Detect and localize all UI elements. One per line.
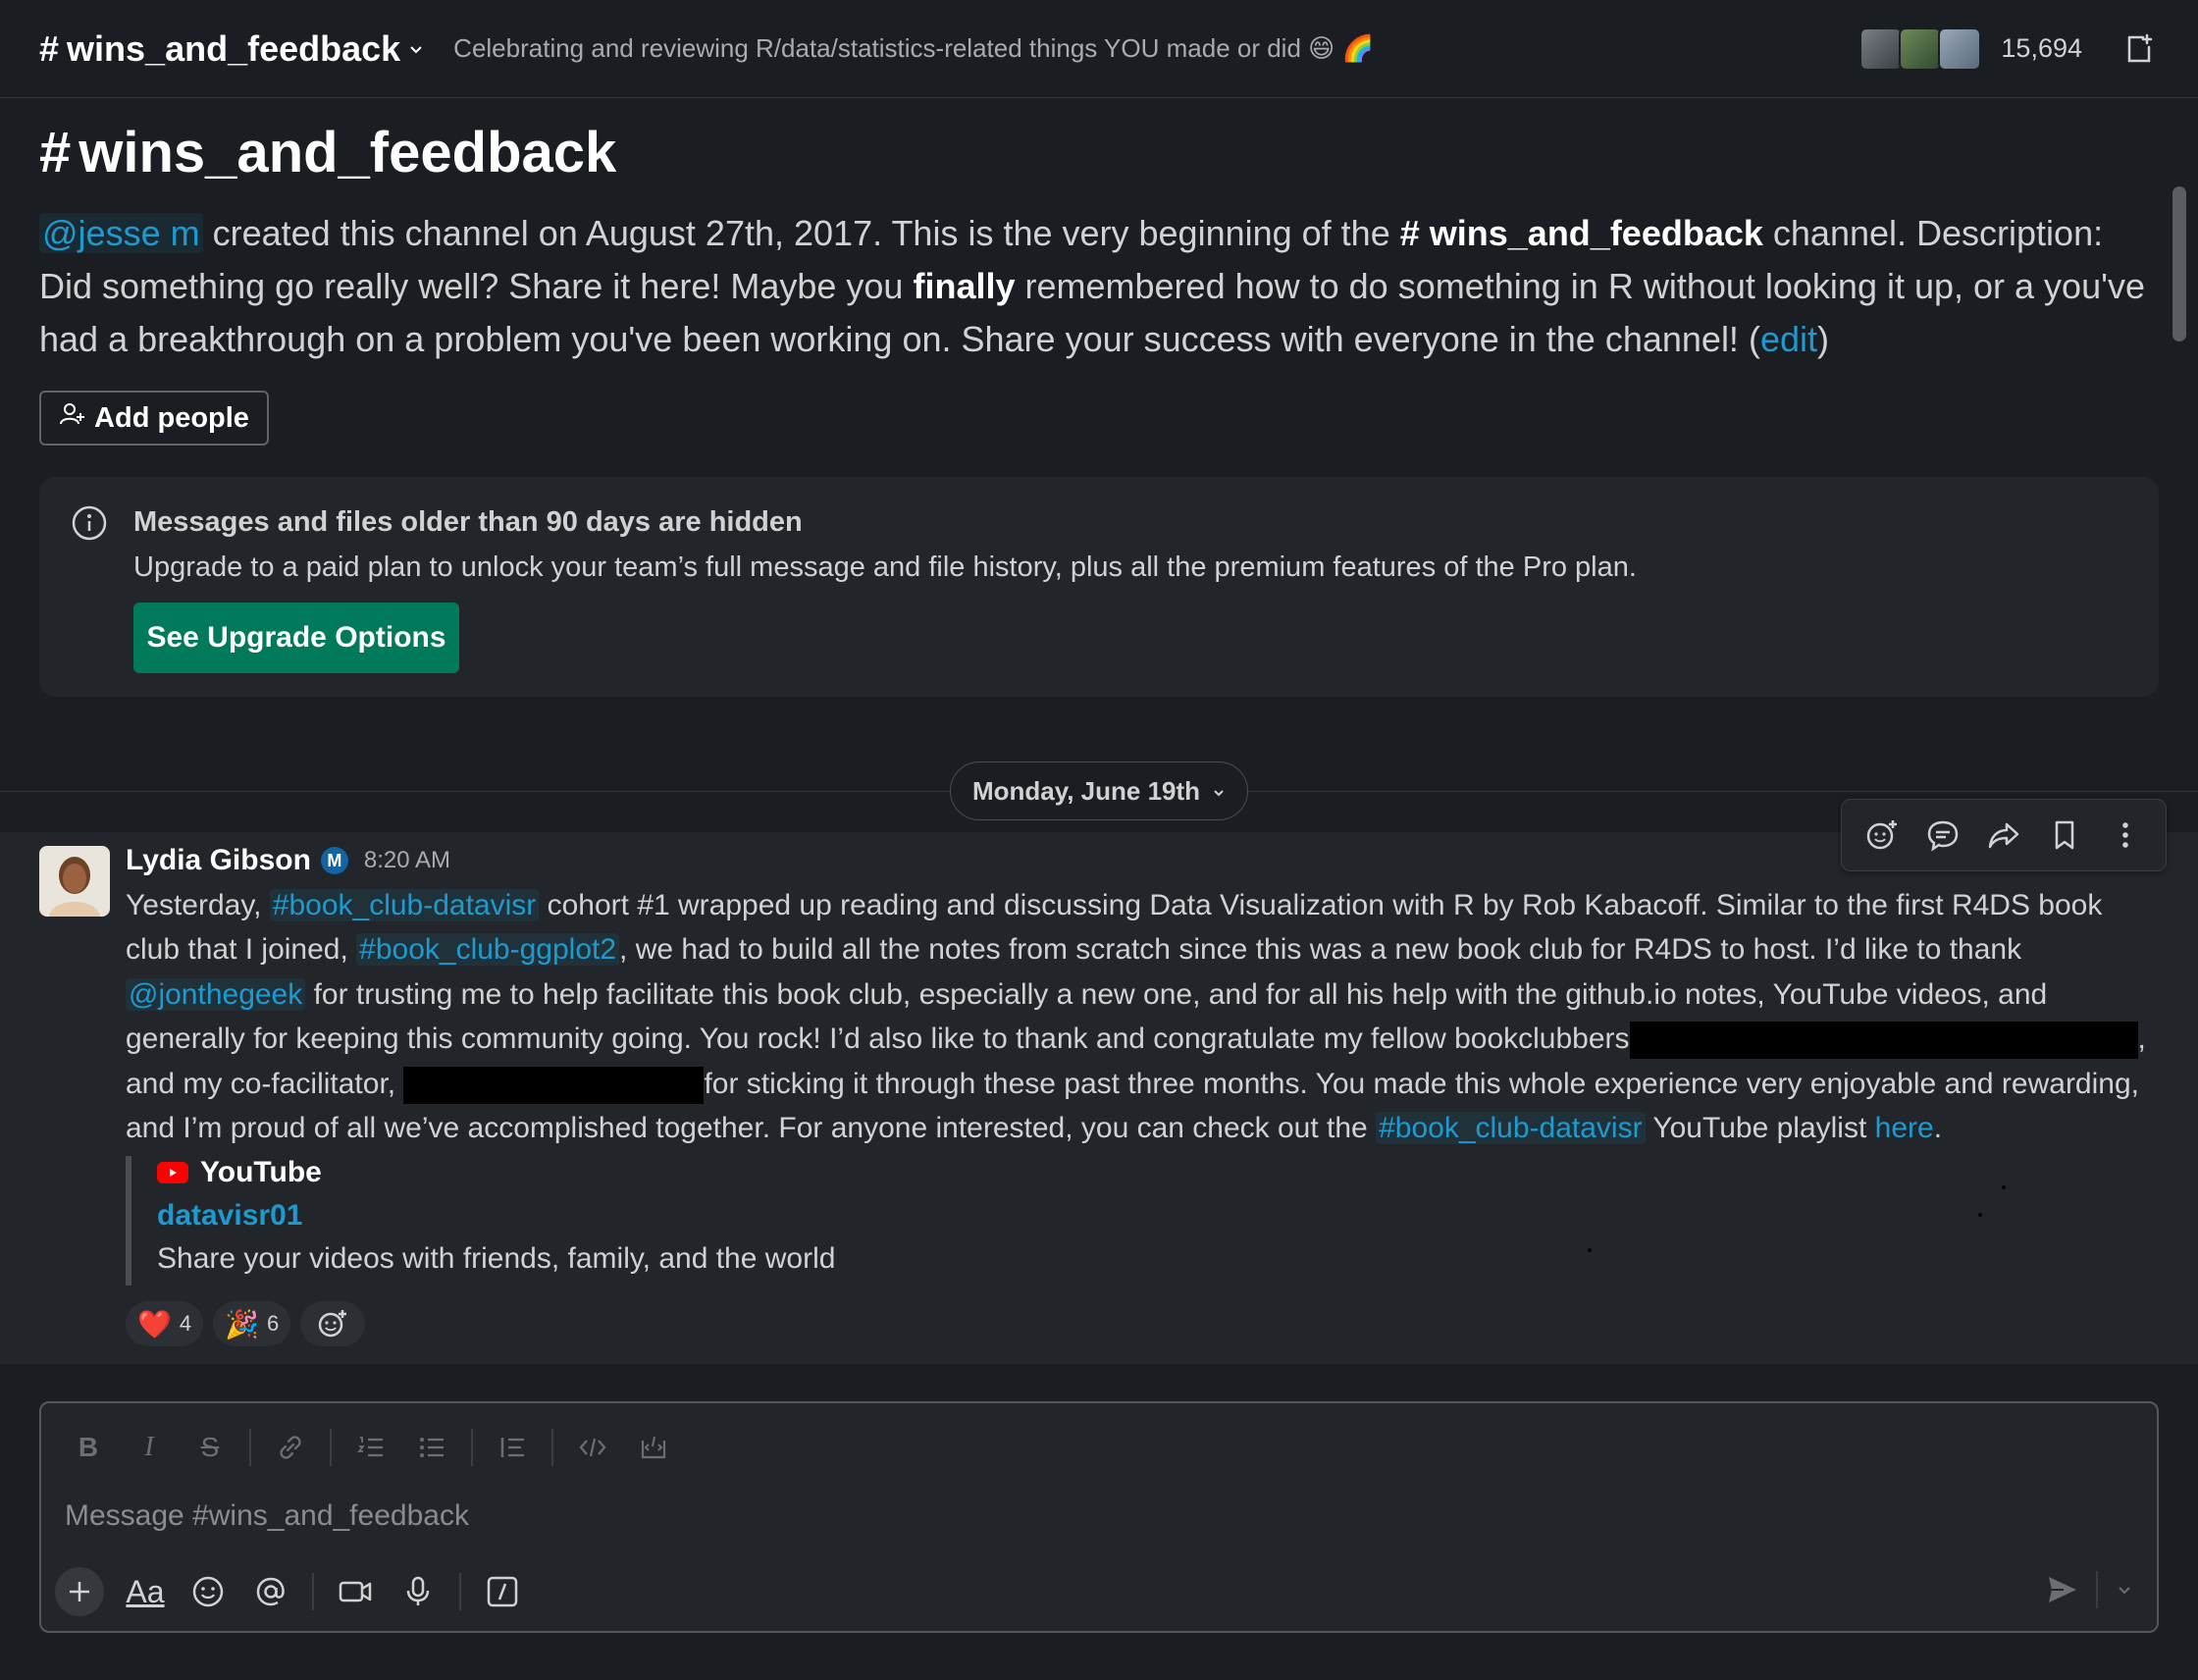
artifact-dot: [2002, 1185, 2006, 1189]
notice-title: Messages and files older than 90 days ar…: [133, 506, 803, 538]
intro-channel-name: wins_and_feedback: [78, 121, 617, 184]
add-reaction-icon[interactable]: [1860, 814, 1904, 857]
avatar[interactable]: [39, 846, 110, 917]
message-composer: B I S Aa: [39, 1401, 2159, 1633]
emoji-icon[interactable]: [181, 1564, 236, 1619]
send-controls: [2041, 1568, 2139, 1611]
playlist-link[interactable]: here: [1875, 1112, 1934, 1144]
code-icon[interactable]: [565, 1423, 620, 1472]
intro-hash: #: [39, 121, 72, 184]
reply-in-thread-icon[interactable]: [1921, 814, 1964, 857]
reaction-count: 6: [267, 1311, 280, 1336]
add-emoji-icon: [319, 1310, 347, 1338]
scrollbar[interactable]: [2172, 186, 2186, 341]
message[interactable]: Lydia Gibson M 8:20 AM Yesterday, #book_…: [0, 832, 2198, 1364]
member-avatar: [1938, 26, 1982, 71]
code-block-icon[interactable]: [626, 1423, 681, 1472]
ordered-list-icon[interactable]: [343, 1423, 398, 1472]
mention-icon[interactable]: [243, 1564, 298, 1619]
toolbar-separator: [312, 1573, 314, 1610]
reaction-heart[interactable]: ❤️ 4: [126, 1301, 204, 1346]
more-actions-icon[interactable]: [2104, 814, 2147, 857]
youtube-icon: [157, 1162, 188, 1183]
message-text: Yesterday, #book_club-datavisr cohort #1…: [126, 889, 2146, 1145]
party-popper-emoji: 🎉: [225, 1308, 259, 1339]
date-label: Monday, June 19th: [971, 775, 1201, 806]
see-upgrade-options-button[interactable]: See Upgrade Options: [133, 603, 459, 673]
redacted-block: [403, 1066, 705, 1104]
channel-link[interactable]: #book_club-datavisr: [1376, 1112, 1646, 1145]
channel-link[interactable]: #book_club-datavisr: [269, 889, 540, 921]
toolbar-separator: [330, 1429, 332, 1466]
reaction-count: 4: [179, 1311, 192, 1336]
channel-header: # wins_and_feedback Celebrating and revi…: [0, 0, 2198, 98]
message-author[interactable]: Lydia Gibson: [126, 844, 311, 877]
toolbar-separator: [2096, 1571, 2098, 1608]
member-avatar: [1859, 26, 1904, 71]
channel-name-button[interactable]: # wins_and_feedback: [39, 28, 426, 70]
member-avatars[interactable]: [1859, 26, 1982, 71]
channel-link[interactable]: #book_club-ggplot2: [356, 933, 620, 967]
share-icon[interactable]: [1982, 814, 2025, 857]
plus-icon[interactable]: [55, 1567, 104, 1616]
member-count[interactable]: 15,694: [2001, 33, 2082, 64]
add-reaction-button[interactable]: [300, 1301, 366, 1346]
channel-hash: #: [39, 27, 60, 69]
italic-button[interactable]: I: [122, 1423, 177, 1472]
toolbar-separator: [249, 1429, 251, 1466]
channel-name: wins_and_feedback: [67, 27, 401, 69]
toolbar-separator: [459, 1573, 461, 1610]
canvas-icon[interactable]: [2120, 29, 2159, 69]
info-icon: [71, 504, 108, 542]
toolbar-separator: [471, 1429, 473, 1466]
slash-command-icon[interactable]: [475, 1564, 530, 1619]
formatting-toolbar: B I S: [61, 1423, 681, 1472]
redacted-block: [1629, 1022, 2138, 1060]
schedule-send-chevron-icon[interactable]: [2110, 1568, 2139, 1611]
history-limit-notice: Messages and files older than 90 days ar…: [39, 477, 2159, 697]
add-people-button[interactable]: Add people: [39, 391, 269, 446]
add-person-icon: [59, 400, 86, 436]
artifact-dot: [1978, 1213, 1982, 1217]
text-formatting-button[interactable]: Aa: [118, 1564, 173, 1619]
video-clip-icon[interactable]: [328, 1564, 383, 1619]
preview-source: YouTube: [157, 1156, 1107, 1189]
bold-button[interactable]: B: [61, 1423, 116, 1472]
intro-description: @jesse m created this channel on August …: [39, 213, 2145, 359]
preview-description: Share your videos with friends, family, …: [157, 1242, 836, 1275]
microphone-icon[interactable]: [391, 1564, 445, 1619]
creator-mention[interactable]: @jesse m: [39, 213, 203, 253]
channel-intro: # wins_and_feedback @jesse m created thi…: [39, 120, 2159, 366]
reactions: ❤️ 4 🎉 6: [126, 1301, 366, 1346]
reaction-tada[interactable]: 🎉 6: [213, 1301, 291, 1346]
date-divider-button[interactable]: Monday, June 19th: [950, 761, 1248, 820]
send-icon[interactable]: [2041, 1568, 2084, 1611]
message-actions: [1841, 799, 2167, 871]
preview-title[interactable]: datavisr01: [157, 1199, 1107, 1233]
toolbar-separator: [551, 1429, 553, 1466]
bulleted-list-icon[interactable]: [404, 1423, 459, 1472]
link-preview: YouTube datavisr01 Share your videos wit…: [126, 1156, 1107, 1286]
message-timestamp[interactable]: 8:20 AM: [364, 847, 450, 874]
composer-actions: Aa: [55, 1564, 530, 1619]
heart-emoji: ❤️: [137, 1308, 172, 1339]
notice-body: Upgrade to a paid plan to unlock your te…: [133, 551, 1637, 583]
channel-topic[interactable]: Celebrating and reviewing R/data/statist…: [453, 33, 1374, 64]
member-badge: M: [320, 847, 348, 874]
chevron-down-icon: [1212, 776, 1226, 807]
user-mention[interactable]: @jonthegeek: [126, 977, 306, 1011]
intro-title: # wins_and_feedback: [39, 120, 2159, 185]
bookmark-icon[interactable]: [2043, 814, 2086, 857]
strikethrough-button[interactable]: S: [183, 1423, 237, 1472]
message-input[interactable]: [65, 1490, 2125, 1543]
chevron-down-icon: [406, 39, 426, 59]
channel-reference: # wins_and_feedback: [1399, 213, 1763, 253]
edit-description-link[interactable]: edit: [1760, 319, 1817, 359]
member-avatar: [1899, 26, 1943, 71]
artifact-dot: [1588, 1248, 1592, 1252]
blockquote-icon[interactable]: [485, 1423, 540, 1472]
link-icon[interactable]: [263, 1423, 318, 1472]
